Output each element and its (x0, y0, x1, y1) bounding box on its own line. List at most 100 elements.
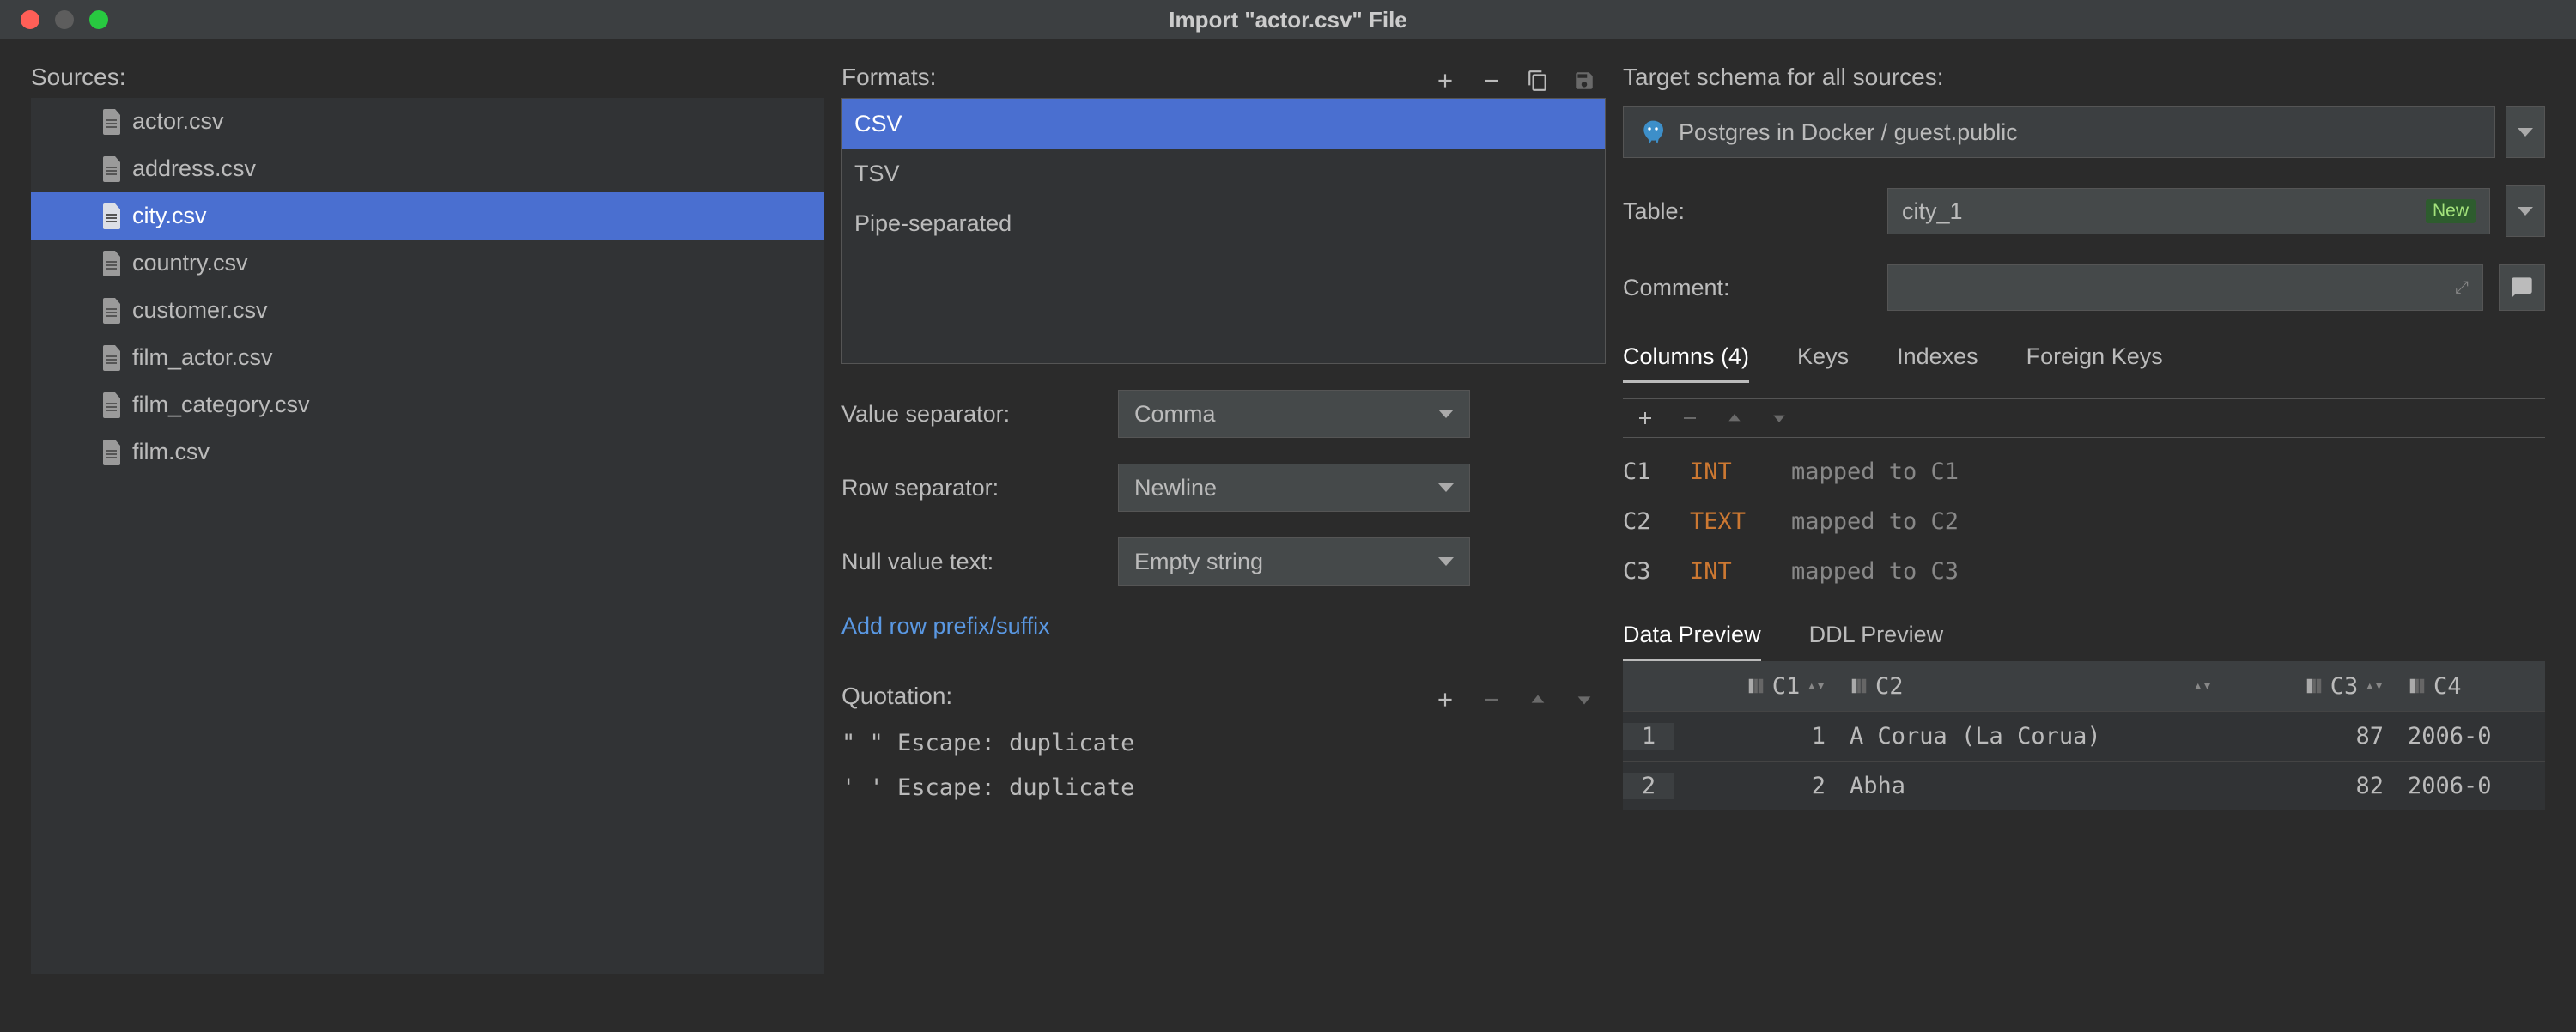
quotation-row[interactable]: ' ' Escape: duplicate (841, 765, 1606, 810)
window-maximize-button[interactable] (89, 10, 108, 29)
new-badge: New (2426, 199, 2476, 223)
file-name: city.csv (132, 203, 207, 229)
expand-icon: ⤢ (2455, 278, 2469, 298)
move-down-column-icon (1769, 408, 1789, 428)
copy-format-icon[interactable] (1525, 68, 1551, 94)
comment-label: Comment: (1623, 275, 1872, 301)
add-prefix-suffix-link[interactable]: Add row prefix/suffix (841, 613, 1050, 640)
file-name: film_actor.csv (132, 344, 273, 371)
preview-cell: 2 (1674, 773, 1838, 799)
file-icon (101, 392, 122, 418)
formats-list: CSVTSVPipe-separated (841, 98, 1606, 364)
preview-cell: 82 (2224, 773, 2396, 799)
quotation-label: Quotation: (841, 683, 952, 710)
preview-header-c3[interactable]: C3 ▴▾ (2224, 673, 2396, 700)
preview-row[interactable]: 22Abha822006-0 (1623, 761, 2545, 810)
table-name-input[interactable]: city_1 New (1887, 188, 2490, 234)
source-file-item[interactable]: customer.csv (31, 287, 824, 334)
tab-columns[interactable]: Columns (4) (1623, 343, 1749, 383)
target-schema-value: Postgres in Docker / guest.public (1679, 119, 2018, 146)
column-icon (2408, 677, 2427, 695)
remove-column-icon (1680, 408, 1700, 428)
preview-rownum: 1 (1623, 723, 1674, 750)
chevron-down-icon (2518, 128, 2533, 137)
preview-cell: 87 (2224, 723, 2396, 750)
mapping-col-type: INT (1690, 458, 1771, 485)
tab-foreign-keys[interactable]: Foreign Keys (2026, 343, 2163, 383)
file-icon (101, 251, 122, 276)
target-schema-arrow[interactable] (2506, 106, 2545, 158)
value-separator-dropdown[interactable]: Comma (1118, 390, 1470, 438)
mapping-col-name: C3 (1623, 558, 1669, 585)
source-file-item[interactable]: film_category.csv (31, 381, 824, 428)
preview-cell: 2006-0 (2396, 723, 2545, 750)
preview-header-c1[interactable]: C1 ▴▾ (1674, 673, 1838, 700)
chevron-down-icon (1438, 557, 1454, 566)
source-file-item[interactable]: film.csv (31, 428, 824, 476)
target-schema-dropdown[interactable]: Postgres in Docker / guest.public (1623, 106, 2495, 158)
format-item[interactable]: Pipe-separated (842, 198, 1605, 248)
file-name: actor.csv (132, 108, 224, 135)
sort-icon: ▴▾ (2193, 682, 2212, 690)
preview-header-c2[interactable]: C2 ▴▾ (1838, 673, 2224, 700)
comment-dialog-button[interactable] (2499, 264, 2545, 311)
null-text-dropdown[interactable]: Empty string (1118, 537, 1470, 586)
table-dropdown-arrow[interactable] (2506, 185, 2545, 237)
column-mapping-row[interactable]: C3INTmapped to C3 (1623, 546, 2545, 596)
tab-keys[interactable]: Keys (1797, 343, 1849, 383)
preview-row[interactable]: 11A Corua (La Corua)872006-0 (1623, 711, 2545, 761)
save-format-icon (1571, 68, 1597, 94)
column-mapping-row[interactable]: C1INTmapped to C1 (1623, 446, 2545, 496)
target-schema-label: Target schema for all sources: (1623, 64, 2545, 91)
move-up-column-icon (1724, 408, 1745, 428)
source-file-item[interactable]: address.csv (31, 145, 824, 192)
add-column-icon[interactable] (1635, 408, 1656, 428)
file-icon (101, 345, 122, 371)
window-minimize-button[interactable] (55, 10, 74, 29)
preview-cell: A Corua (La Corua) (1838, 723, 2224, 750)
window-title: Import "actor.csv" File (1169, 7, 1407, 33)
preview-cell: Abha (1838, 773, 2224, 799)
row-separator-label: Row separator: (841, 475, 1099, 501)
column-icon (2305, 677, 2324, 695)
source-file-item[interactable]: film_actor.csv (31, 334, 824, 381)
source-file-item[interactable]: country.csv (31, 240, 824, 287)
formats-label: Formats: (841, 64, 936, 91)
format-item[interactable]: CSV (842, 99, 1605, 149)
chevron-down-icon (1438, 483, 1454, 492)
file-icon (101, 203, 122, 229)
move-up-quotation-icon (1525, 687, 1551, 713)
comment-input[interactable]: ⤢ (1887, 264, 2483, 311)
column-icon (1850, 677, 1868, 695)
source-file-item[interactable]: actor.csv (31, 98, 824, 145)
file-name: film.csv (132, 439, 210, 465)
tab-data-preview[interactable]: Data Preview (1623, 622, 1761, 661)
sort-icon: ▴▾ (1807, 682, 1826, 690)
column-mapping-row[interactable]: C2TEXTmapped to C2 (1623, 496, 2545, 546)
add-format-icon[interactable] (1432, 68, 1458, 94)
row-separator-dropdown[interactable]: Newline (1118, 464, 1470, 512)
add-quotation-icon[interactable] (1432, 687, 1458, 713)
file-name: country.csv (132, 250, 248, 276)
preview-cell: 1 (1674, 723, 1838, 750)
mapping-col-type: TEXT (1690, 508, 1771, 535)
preview-rownum: 2 (1623, 773, 1674, 799)
remove-format-icon[interactable] (1479, 68, 1504, 94)
mapping-col-name: C2 (1623, 508, 1669, 535)
null-text-label: Null value text: (841, 549, 1099, 575)
value-separator-label: Value separator: (841, 401, 1099, 428)
window-close-button[interactable] (21, 10, 39, 29)
title-bar: Import "actor.csv" File (0, 0, 2576, 39)
sort-icon: ▴▾ (2365, 682, 2384, 690)
tab-ddl-preview[interactable]: DDL Preview (1809, 622, 1944, 661)
sources-label: Sources: (31, 64, 824, 91)
null-text-value: Empty string (1134, 549, 1263, 575)
quotation-row[interactable]: " " Escape: duplicate (841, 720, 1606, 765)
column-mapping-list: C1INTmapped to C1C2TEXTmapped to C2C3INT… (1623, 446, 2545, 596)
file-icon (101, 298, 122, 324)
preview-header-c4[interactable]: C4 (2396, 673, 2545, 700)
format-item[interactable]: TSV (842, 149, 1605, 198)
tab-indexes[interactable]: Indexes (1897, 343, 1978, 383)
source-file-item[interactable]: city.csv (31, 192, 824, 240)
sources-list: actor.csv address.csv city.csv country.csv c… (31, 98, 824, 974)
